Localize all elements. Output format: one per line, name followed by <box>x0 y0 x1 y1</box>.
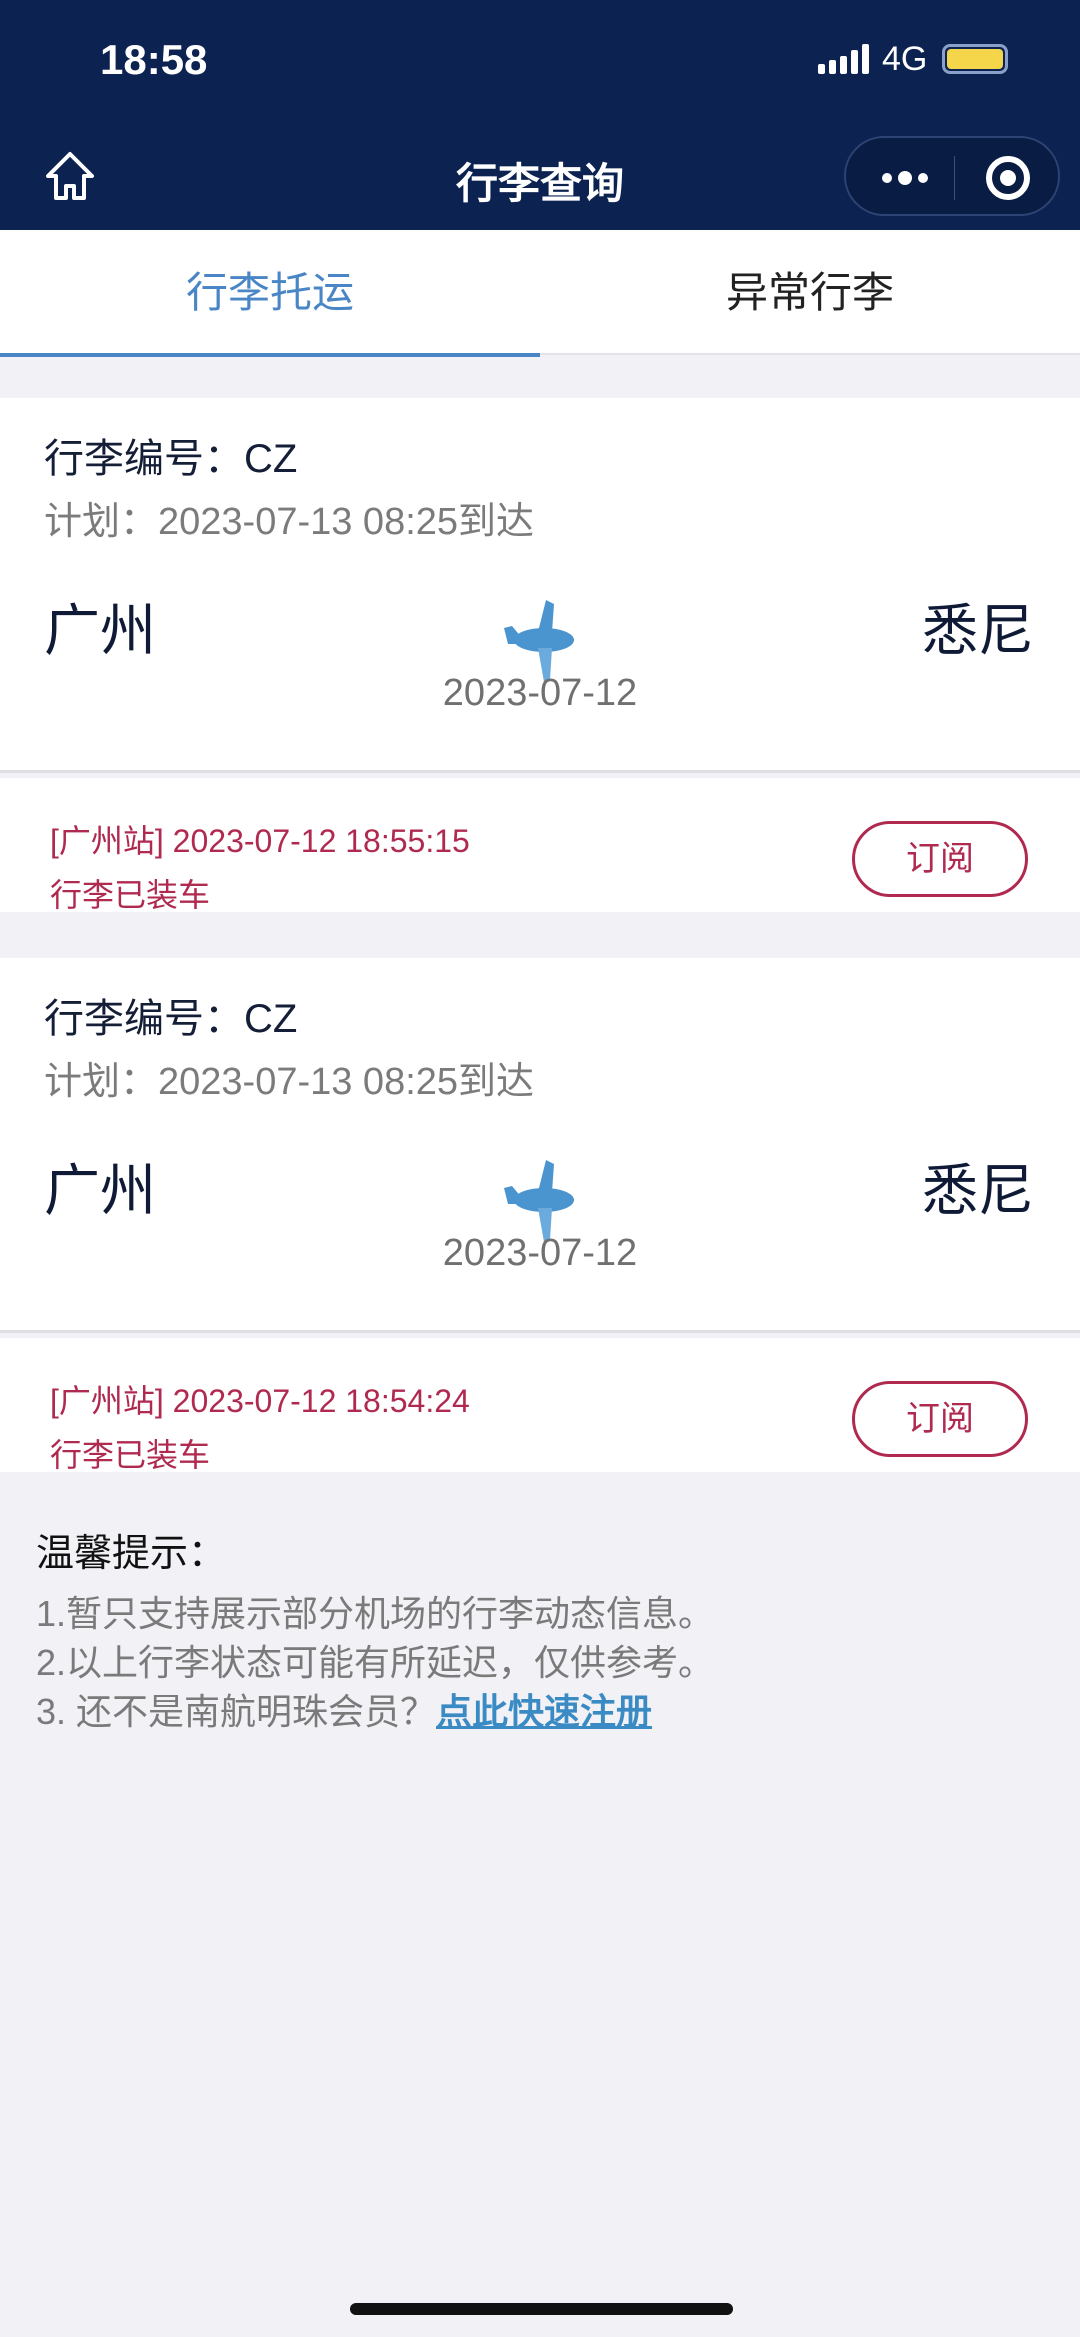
tip-line: 3. 还不是南航明珠会员？点此快速注册 <box>36 1687 714 1736</box>
tips-title: 温馨提示： <box>36 1533 227 1575</box>
tip-text: 3. 还不是南航明珠会员？ <box>36 1691 437 1732</box>
baggage-card[interactable]: 行李编号：CZ 计划：2023-07-13 08:25到达 广州 悉尼 2023… <box>0 958 1080 1333</box>
tips-section: 温馨提示： 1.暂只支持展示部分机场的行李动态信息。 2.以上行李状态可能有所延… <box>36 1530 714 1736</box>
status-text: 行李已装车 <box>50 1437 211 1473</box>
origin-city: 广州 <box>44 1159 156 1222</box>
battery-icon <box>942 44 1008 74</box>
subscribe-button[interactable]: 订阅 <box>852 1381 1028 1457</box>
signal-icon <box>818 44 869 74</box>
status-time: 18:58 <box>100 36 208 83</box>
station-time: [广州站] 2023-07-12 18:55:15 <box>50 823 470 859</box>
baggage-status: [广州站] 2023-07-12 18:54:24 行李已装车 订阅 <box>0 1338 1080 1473</box>
planned-arrival: 计划：2023-07-13 08:25到达 <box>44 501 535 543</box>
tab-abnormal-baggage[interactable]: 异常行李 <box>540 230 1080 355</box>
tip-line: 1.暂只支持展示部分机场的行李动态信息。 <box>36 1593 715 1634</box>
network-type: 4G <box>882 40 928 78</box>
baggage-number: 行李编号：CZ <box>44 437 298 481</box>
status-text: 行李已装车 <box>50 877 211 913</box>
flight-date: 2023-07-12 <box>442 672 638 714</box>
baggage-status: [广州站] 2023-07-12 18:55:15 行李已装车 订阅 <box>0 778 1080 913</box>
target-icon[interactable] <box>986 156 1030 200</box>
origin-city: 广州 <box>44 599 156 662</box>
baggage-number: 行李编号：CZ <box>44 997 298 1041</box>
tip-line: 2.以上行李状态可能有所延迟，仅供参考。 <box>36 1642 715 1683</box>
airplane-icon <box>504 1160 574 1242</box>
tab-bar: 行李托运 异常行李 <box>0 230 1080 357</box>
station-time: [广州站] 2023-07-12 18:54:24 <box>50 1383 470 1419</box>
subscribe-button[interactable]: 订阅 <box>852 821 1028 897</box>
mini-program-capsule <box>844 136 1060 216</box>
baggage-card[interactable]: 行李编号：CZ 计划：2023-07-13 08:25到达 广州 悉尼 2023… <box>0 398 1080 773</box>
tab-baggage-checkin[interactable]: 行李托运 <box>0 230 540 357</box>
destination-city: 悉尼 <box>922 599 1034 662</box>
flight-date: 2023-07-12 <box>442 1232 638 1274</box>
register-link[interactable]: 点此快速注册 <box>436 1691 652 1732</box>
planned-arrival: 计划：2023-07-13 08:25到达 <box>44 1061 535 1103</box>
capsule-divider <box>954 156 955 200</box>
destination-city: 悉尼 <box>922 1159 1034 1222</box>
home-indicator[interactable] <box>350 2303 733 2315</box>
header: 18:58 4G 行李查询 <box>0 0 1080 230</box>
airplane-icon <box>504 600 574 682</box>
more-dots-icon[interactable] <box>880 168 930 188</box>
